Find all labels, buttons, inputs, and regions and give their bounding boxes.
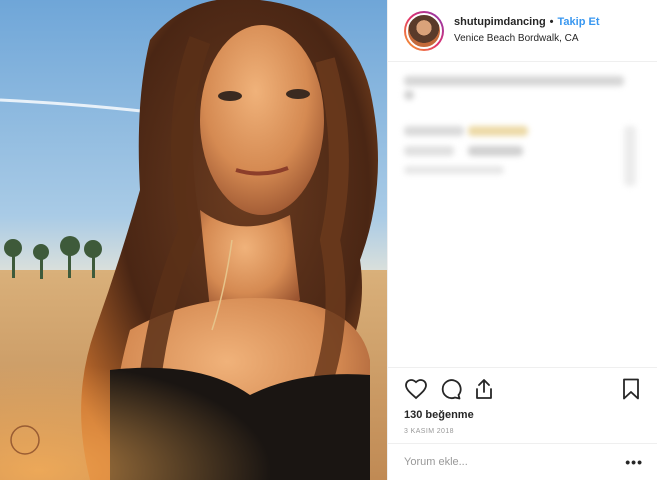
post-header: shutupimdancing • Takip Et Venice Beach … (388, 0, 657, 62)
username-link[interactable]: shutupimdancing (454, 16, 546, 29)
post-sidebar: shutupimdancing • Takip Et Venice Beach … (387, 0, 657, 480)
action-bar (388, 374, 657, 404)
bookmark-icon[interactable] (619, 377, 643, 401)
avatar[interactable] (404, 10, 444, 51)
likes-count[interactable]: 130 beğenme (388, 404, 657, 422)
more-options-button[interactable]: ••• (625, 454, 643, 470)
separator-dot: • (549, 16, 554, 28)
comment-input[interactable] (404, 456, 626, 468)
post-photo[interactable] (0, 0, 387, 480)
post-date[interactable]: 3 KASIM 2018 (388, 422, 657, 444)
location-link[interactable]: Venice Beach Bordwalk, CA (454, 32, 600, 45)
comment-icon[interactable] (438, 377, 462, 401)
comments-area-blurred (388, 62, 657, 368)
comment-form: ••• (388, 443, 657, 480)
post-view: shutupimdancing • Takip Et Venice Beach … (0, 0, 657, 480)
share-icon[interactable] (472, 377, 496, 401)
follow-button[interactable]: Takip Et (558, 16, 600, 29)
heart-icon[interactable] (404, 377, 428, 401)
